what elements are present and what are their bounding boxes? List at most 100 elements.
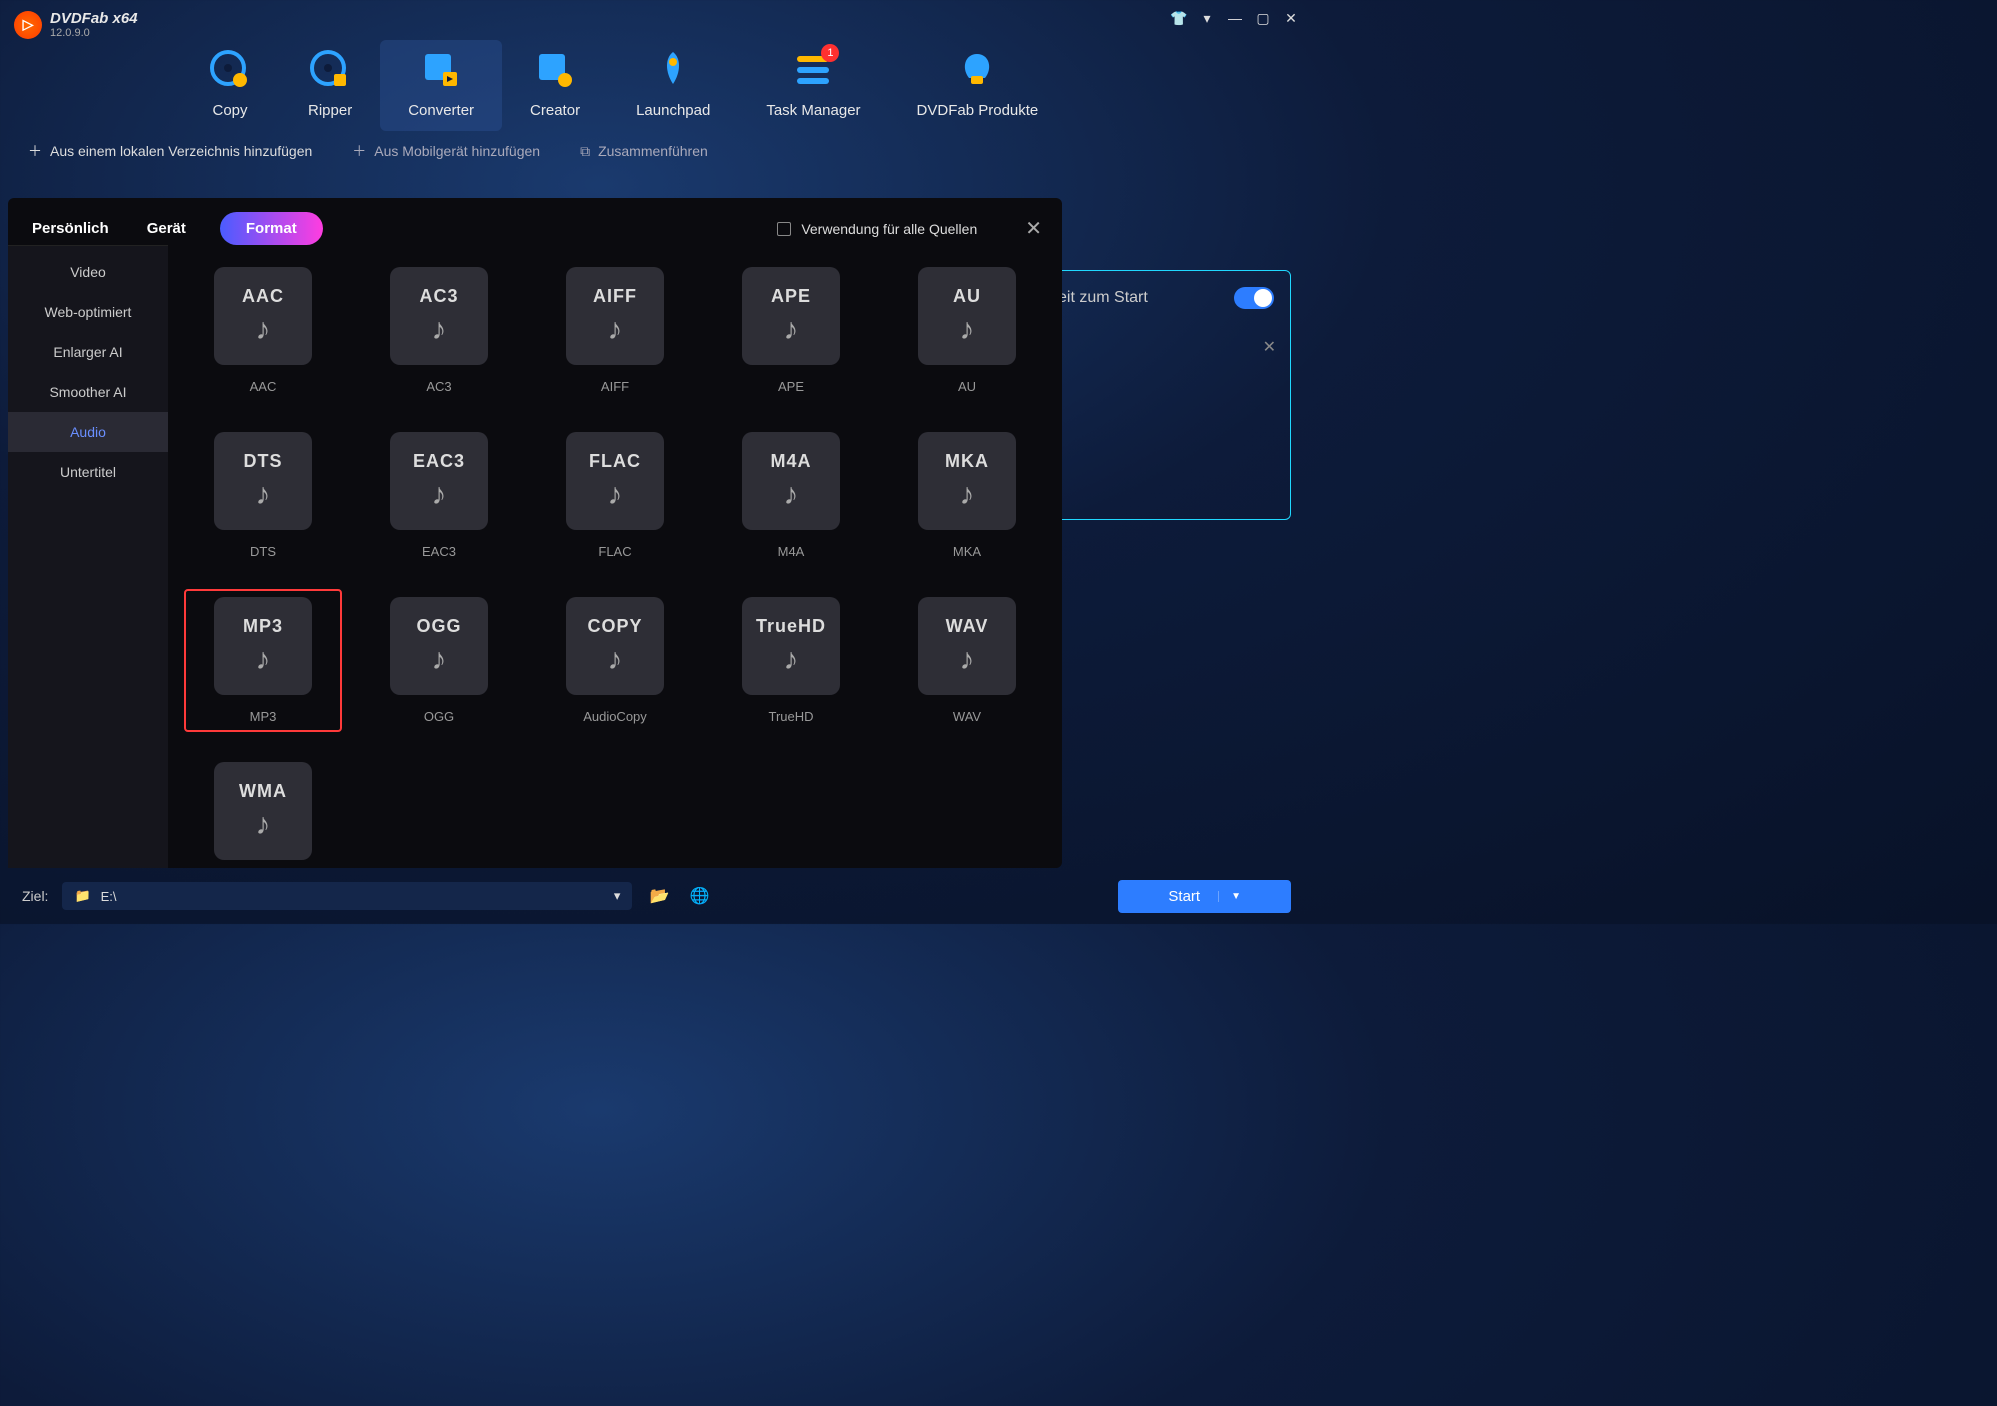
music-note-icon: ♪: [784, 643, 799, 677]
format-abbr: WMA: [239, 781, 287, 802]
nav-label: DVDFab Produkte: [917, 102, 1039, 119]
music-note-icon: ♪: [256, 643, 271, 677]
format-abbr: MKA: [945, 451, 989, 472]
category-item[interactable]: Enlarger AI: [8, 332, 168, 372]
format-tile: M4A♪: [742, 432, 840, 530]
start-button[interactable]: Start ▼: [1118, 880, 1291, 913]
tab-device[interactable]: Gerät: [143, 214, 190, 243]
modal-close-button[interactable]: ✕: [1025, 216, 1042, 241]
format-label: MKA: [953, 544, 981, 559]
format-label: AC3: [426, 379, 451, 394]
music-note-icon: ♪: [608, 643, 623, 677]
format-label: WAV: [953, 709, 981, 724]
web-target-button[interactable]: 🌐: [686, 886, 712, 906]
format-picker-modal: Persönlich Gerät Format Verwendung für a…: [8, 198, 1062, 868]
close-button[interactable]: ✕: [1283, 10, 1299, 26]
format-tile: FLAC♪: [566, 432, 664, 530]
format-tile: MP3♪: [214, 597, 312, 695]
format-cell-mp3[interactable]: MP3♪MP3: [184, 589, 342, 732]
format-cell-ape[interactable]: APE♪APE: [712, 259, 870, 402]
format-cell-aiff[interactable]: AIFF♪AIFF: [536, 259, 694, 402]
task-close-icon[interactable]: ✕: [1263, 337, 1276, 357]
task-panel: eit zum Start ✕: [1041, 270, 1291, 520]
category-item[interactable]: Audio: [8, 412, 168, 452]
format-grid: AAC♪AACAC3♪AC3AIFF♪AIFFAPE♪APEAU♪AUDTS♪D…: [184, 259, 1046, 868]
bottom-bar: Ziel: 📁 E:\ ▾ 📂 🌐 Start ▼: [0, 876, 1313, 916]
category-item[interactable]: Smoother AI: [8, 372, 168, 412]
tab-personal[interactable]: Persönlich: [28, 214, 113, 243]
nav-copy[interactable]: Copy: [180, 40, 280, 131]
music-note-icon: ♪: [256, 478, 271, 512]
format-abbr: TrueHD: [756, 616, 826, 637]
format-cell-wma[interactable]: WMA♪WMA: [184, 754, 342, 868]
format-label: EAC3: [422, 544, 456, 559]
target-path: E:\: [101, 889, 117, 904]
app-logo-icon: ▷: [14, 11, 42, 39]
nav-label: Launchpad: [636, 102, 710, 119]
add-mobile-button[interactable]: ＋ Aus Mobilgerät hinzufügen: [352, 141, 540, 161]
browse-folder-button[interactable]: 📂: [646, 886, 672, 906]
format-cell-mka[interactable]: MKA♪MKA: [888, 424, 1046, 567]
plus-icon: ＋: [28, 141, 42, 161]
music-note-icon: ♪: [432, 643, 447, 677]
task-toggle[interactable]: [1234, 287, 1274, 309]
format-tile: AU♪: [918, 267, 1016, 365]
use-all-sources-option[interactable]: Verwendung für alle Quellen: [777, 221, 977, 237]
format-tile: WMA♪: [214, 762, 312, 860]
converter-icon: [419, 48, 463, 92]
category-item[interactable]: Untertitel: [8, 452, 168, 492]
format-cell-dts[interactable]: DTS♪ DTS: [184, 424, 342, 567]
shirt-icon[interactable]: 👕: [1171, 10, 1187, 26]
format-tile: OGG♪: [390, 597, 488, 695]
nav-products[interactable]: DVDFab Produkte: [889, 40, 1067, 131]
format-tile: DTS♪: [214, 432, 312, 530]
music-note-icon: ♪: [256, 313, 271, 347]
format-cell-au[interactable]: AU♪ AU: [888, 259, 1046, 402]
nav-label: Copy: [212, 102, 247, 119]
nav-task-manager[interactable]: 1 Task Manager: [738, 40, 888, 131]
merge-button[interactable]: ⧉ Zusammenführen: [580, 143, 708, 160]
target-label: Ziel:: [22, 888, 48, 904]
format-cell-ac3[interactable]: AC3 ♪ AC3: [360, 259, 518, 402]
format-label: TrueHD: [768, 709, 813, 724]
target-path-select[interactable]: 📁 E:\ ▾: [62, 882, 632, 910]
folder-icon: 📁: [74, 888, 90, 904]
format-cell-flac[interactable]: FLAC♪FLAC: [536, 424, 694, 567]
music-note-icon: ♪: [432, 313, 447, 347]
nav-creator[interactable]: Creator: [502, 40, 608, 131]
format-cell-copy[interactable]: COPY♪AudioCopy: [536, 589, 694, 732]
format-abbr: FLAC: [589, 451, 641, 472]
tab-format[interactable]: Format: [220, 212, 323, 245]
nav-converter[interactable]: Converter: [380, 40, 502, 131]
creator-icon: [533, 48, 577, 92]
format-cell-m4a[interactable]: M4A♪ M4A: [712, 424, 870, 567]
format-abbr: APE: [771, 286, 811, 307]
format-label: AIFF: [601, 379, 629, 394]
format-tile: TrueHD ♪: [742, 597, 840, 695]
nav-label: Creator: [530, 102, 580, 119]
format-cell-ogg[interactable]: OGG♪OGG: [360, 589, 518, 732]
minimize-button[interactable]: —: [1227, 10, 1243, 26]
format-abbr: AC3: [419, 286, 458, 307]
format-cell-eac3[interactable]: EAC3♪EAC3: [360, 424, 518, 567]
format-cell-aac[interactable]: AAC♪AAC: [184, 259, 342, 402]
category-item[interactable]: Web-optimiert: [8, 292, 168, 332]
nav-ripper[interactable]: Ripper: [280, 40, 380, 131]
add-local-button[interactable]: ＋ Aus einem lokalen Verzeichnis hinzufüg…: [28, 141, 312, 161]
start-dropdown-icon[interactable]: ▼: [1218, 891, 1241, 902]
maximize-button[interactable]: ▢: [1255, 10, 1271, 26]
format-label: AU: [958, 379, 976, 394]
format-label: M4A: [778, 544, 805, 559]
format-cell-wav[interactable]: WAV♪WAV: [888, 589, 1046, 732]
format-label: APE: [778, 379, 804, 394]
format-label: DTS: [250, 544, 276, 559]
format-tile: APE♪: [742, 267, 840, 365]
nav-launchpad[interactable]: Launchpad: [608, 40, 738, 131]
products-icon: [955, 48, 999, 92]
checkbox-icon: [777, 222, 791, 236]
dropdown-icon[interactable]: ▾: [1199, 10, 1215, 26]
format-cell-truehd[interactable]: TrueHD ♪ TrueHD: [712, 589, 870, 732]
format-abbr: AIFF: [593, 286, 637, 307]
music-note-icon: ♪: [960, 313, 975, 347]
category-item[interactable]: Video: [8, 252, 168, 292]
